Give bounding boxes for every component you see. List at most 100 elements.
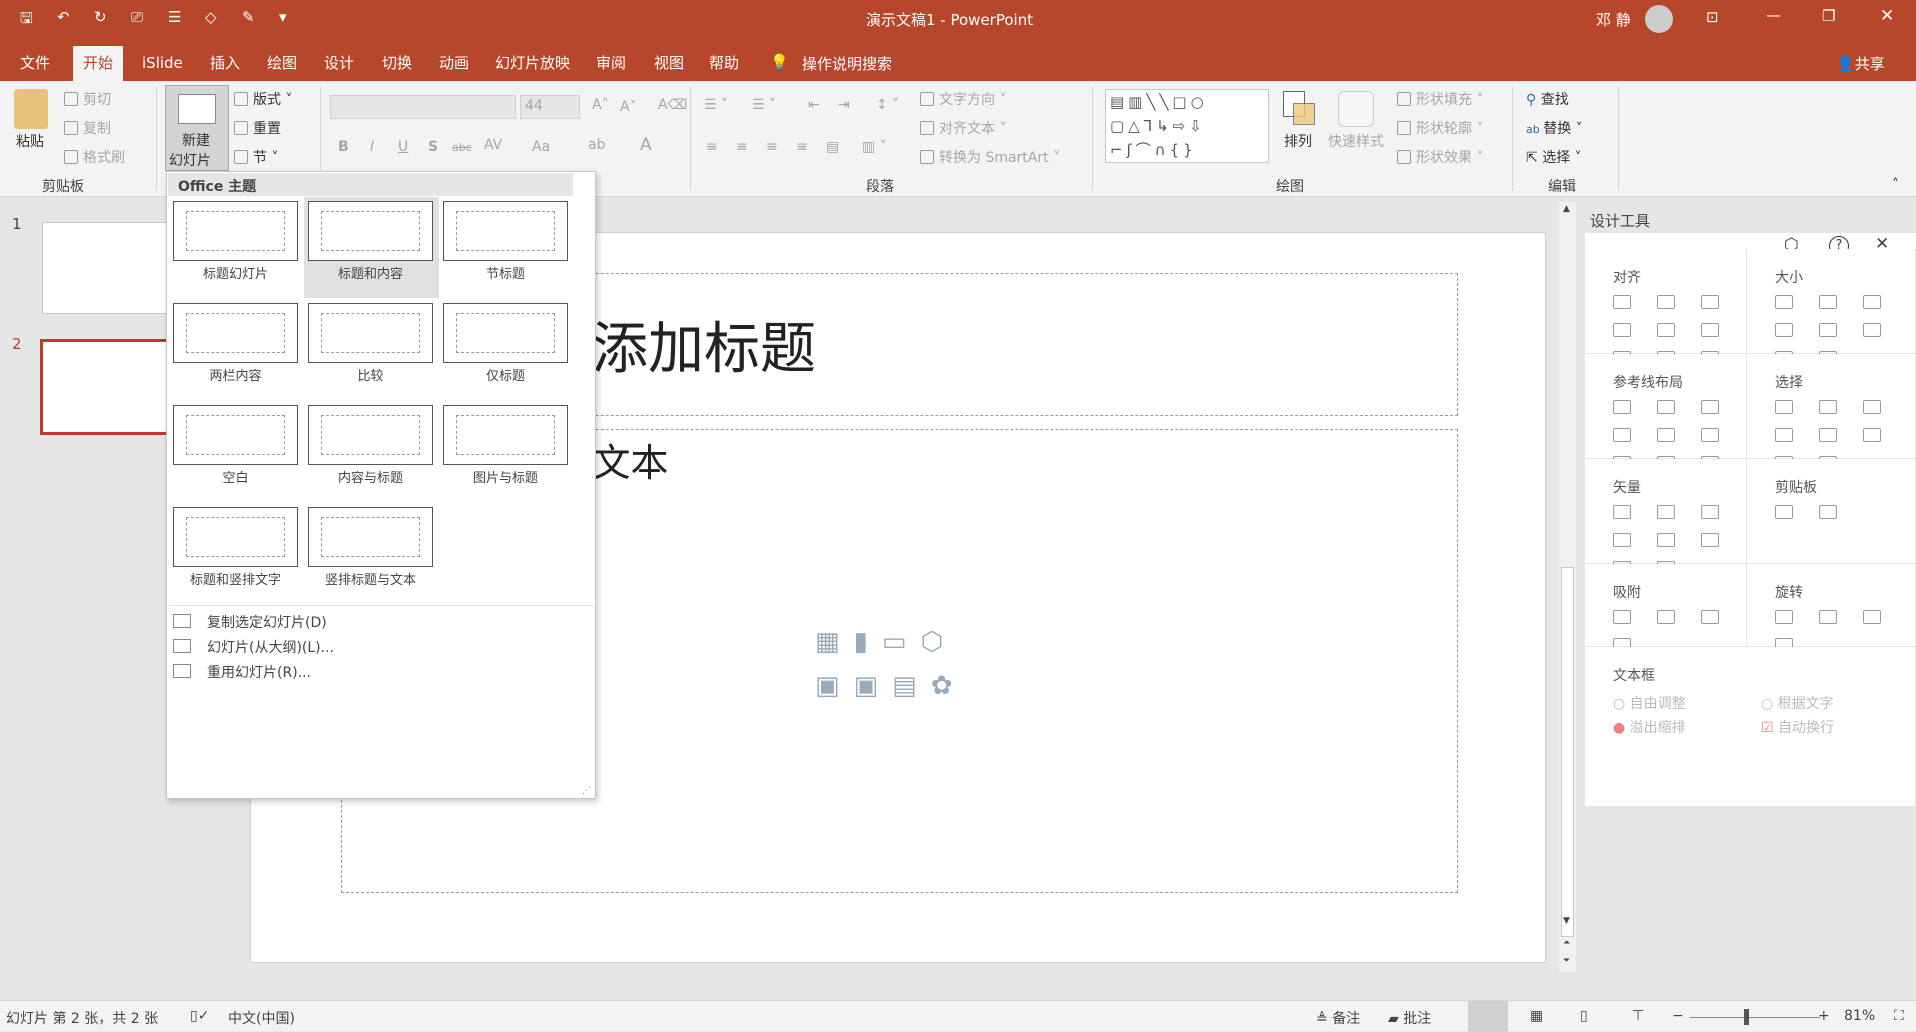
ribbon-display-options-icon[interactable]: ⊡ [1706,8,1719,26]
present-icon[interactable]: ⎚ [131,8,143,26]
shapes-gallery[interactable]: ▤▥╲╲□○ ▢△⅂↳⇨⇩ ⌐ʃ⌒∩{} [1105,89,1269,163]
fit-to-window-icon[interactable]: ⛶ [1894,1008,1904,1024]
insert-icon-icon[interactable]: ✿ [931,671,967,701]
copy-button[interactable]: 复制 [64,118,111,138]
tool-icon[interactable] [1657,505,1675,519]
paste-button[interactable]: 粘贴 [16,131,44,151]
vertical-scrollbar[interactable]: ▲ ▼ ⏶ ⏷ [1559,202,1576,972]
tool-icon[interactable] [1701,610,1719,624]
justify-icon[interactable]: ≡ [796,139,808,155]
tab-10[interactable]: 视图 [652,46,686,81]
tool-icon[interactable] [1775,428,1793,442]
shrink-font-button[interactable]: A˅ [620,99,637,115]
zoom-out-button[interactable]: − [1672,1008,1684,1024]
increase-indent-icon[interactable]: ⇥ [838,97,850,113]
list-icon[interactable]: ☰ [168,8,181,26]
previous-slide-icon[interactable]: ⏶ [1563,938,1570,948]
clear-formatting-icon[interactable]: A⌫ [658,97,687,113]
zoom-in-button[interactable]: + [1818,1008,1830,1024]
maximize-button[interactable]: ❐ [1822,7,1835,25]
tool-icon[interactable] [1775,505,1793,519]
tab-2[interactable]: iSlide [140,46,185,81]
shape-icon[interactable]: ◇ [205,8,217,26]
customize-icon[interactable]: ▾ [279,8,287,26]
insert-smartart-icon[interactable]: ▭ [882,627,921,657]
tool-icon[interactable] [1657,323,1675,337]
tool-icon[interactable] [1819,428,1837,442]
save-icon[interactable]: 🖫 [20,8,33,33]
tab-1[interactable]: 开始 [73,46,124,81]
tool-icon[interactable] [1819,505,1837,519]
menu-duplicate-slide[interactable]: 复制选定幻灯片(D) [207,612,327,632]
find-button[interactable]: ⚲ 查找 [1526,89,1569,109]
undo-icon[interactable]: ↶ [57,8,70,26]
bold-button[interactable]: B [338,139,349,155]
tool-icon[interactable] [1863,428,1881,442]
tool-icon[interactable] [1863,400,1881,414]
slideshow-view-button[interactable]: ⊤ [1632,1008,1644,1024]
layout-button[interactable]: 版式 ˅ [234,89,292,109]
insert-picture-icon[interactable]: ▣ [815,671,854,701]
tab-8[interactable]: 幻灯片放映 [493,46,572,81]
minimize-button[interactable]: — [1766,6,1781,24]
tool-icon[interactable] [1701,295,1719,309]
tab-9[interactable]: 审阅 [594,46,628,81]
layout-thumbnail[interactable] [443,201,568,261]
tab-0[interactable]: 文件 [18,46,52,81]
new-slide-button[interactable]: 新建 幻灯片 [165,85,229,171]
tool-icon[interactable] [1819,323,1837,337]
insert-3d-model-icon[interactable]: ⬡ [920,627,957,657]
shape-fill-button[interactable]: 形状填充 ˅ [1397,89,1483,109]
option-word-wrap[interactable]: ☑ 自动换行 [1761,717,1834,737]
quick-styles-button[interactable]: 快速样式 [1328,131,1384,151]
strikethrough-button[interactable]: abc [452,141,472,154]
tool-icon[interactable] [1775,323,1793,337]
section-button[interactable]: 节 ˅ [234,147,278,167]
close-button[interactable]: ✕ [1880,6,1894,26]
collapse-ribbon-icon[interactable]: ˄ [1892,177,1899,193]
layout-thumbnail[interactable] [308,303,433,363]
language-indicator[interactable]: 中文(中国) [228,1008,295,1028]
font-color-button[interactable]: A [640,135,652,155]
arrange-button[interactable]: 排列 [1284,131,1312,151]
scroll-down-icon[interactable]: ▼ [1563,916,1570,926]
tool-icon[interactable] [1657,428,1675,442]
insert-online-picture-icon[interactable]: ▣ [854,671,893,701]
tool-icon[interactable] [1863,610,1881,624]
select-button[interactable]: ⇱ 选择 ˅ [1526,147,1582,167]
tool-icon[interactable] [1819,400,1837,414]
align-right-icon[interactable]: ≡ [766,139,778,155]
insert-video-icon[interactable]: ▤ [892,671,931,701]
align-left-icon[interactable]: ≡ [706,139,718,155]
tab-11[interactable]: 帮助 [707,46,741,81]
layout-thumbnail[interactable] [173,405,298,465]
align-center-icon[interactable]: ≡ [736,139,748,155]
tool-icon[interactable] [1613,400,1631,414]
cut-button[interactable]: 剪切 [64,89,111,109]
layout-thumbnail[interactable] [308,507,433,567]
zoom-slider[interactable] [1690,1017,1820,1018]
redo-icon[interactable]: ↻ [94,8,107,26]
avatar[interactable] [1645,5,1673,33]
layout-thumbnail[interactable] [173,201,298,261]
tool-icon[interactable] [1701,323,1719,337]
font-name-combobox[interactable] [330,95,516,119]
tool-icon[interactable] [1657,610,1675,624]
change-case-button[interactable]: Aa [532,139,550,155]
columns-icon[interactable]: ▥ ˅ [862,139,887,155]
scrollbar-thumb[interactable] [1561,567,1574,937]
tool-icon[interactable] [1775,295,1793,309]
notes-button[interactable]: ≜ 备注 [1316,1008,1360,1028]
text-direction-button[interactable]: 文字方向 ˅ [920,89,1006,109]
layout-thumbnail[interactable] [308,201,433,261]
tab-3[interactable]: 插入 [208,46,242,81]
option-free-adjust[interactable]: ○ 自由调整 [1613,693,1686,713]
tool-icon[interactable] [1613,428,1631,442]
decrease-indent-icon[interactable]: ⇤ [808,97,820,113]
tool-icon[interactable] [1613,610,1631,624]
tool-icon[interactable] [1775,400,1793,414]
italic-button[interactable]: I [370,139,374,155]
tool-icon[interactable] [1701,505,1719,519]
comments-button[interactable]: ▰ 批注 [1388,1008,1431,1028]
tool-icon[interactable] [1819,610,1837,624]
